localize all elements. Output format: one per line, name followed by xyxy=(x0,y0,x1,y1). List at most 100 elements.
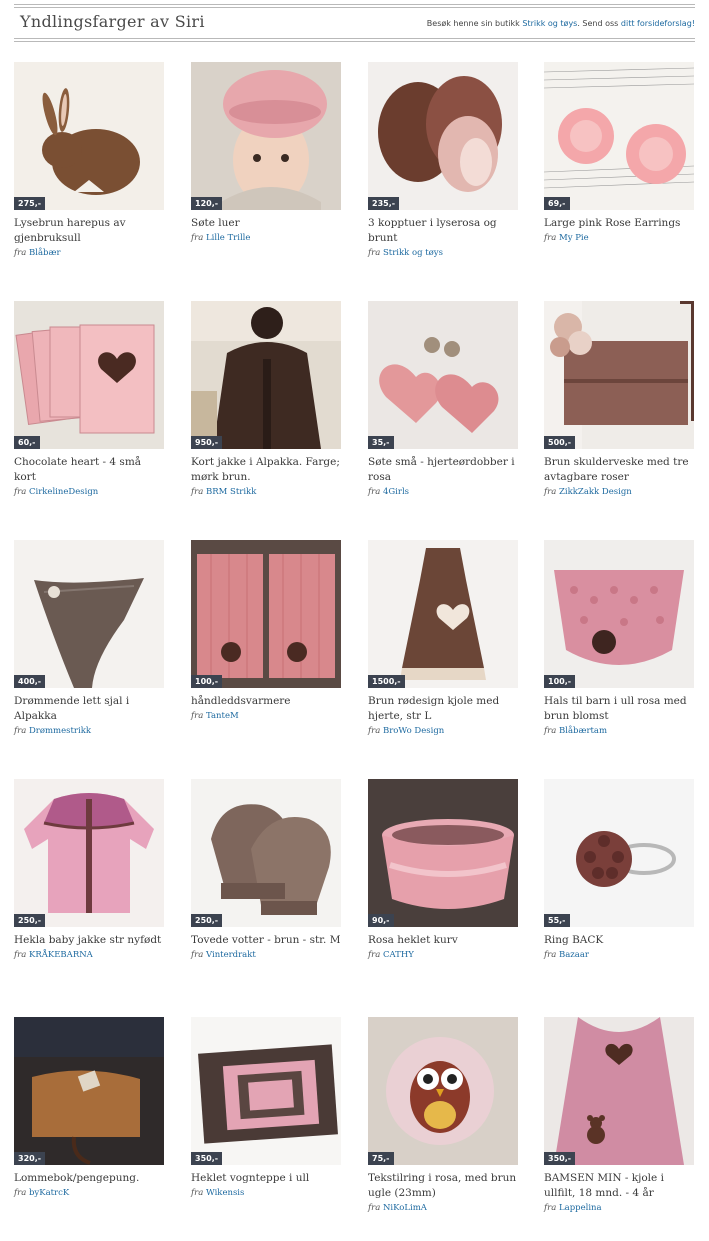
shop-link[interactable]: BroWo Design xyxy=(383,726,444,736)
product-card[interactable]: 69,- Large pink Rose Earrings fra My Pie xyxy=(544,62,694,243)
product-title[interactable]: BAMSEN MIN - kjole i ullfilt, 18 mnd. - … xyxy=(544,1171,694,1201)
product-card[interactable]: 55,- Ring BACK fra Bazaar xyxy=(544,779,694,960)
product-title[interactable]: Drømmende lett sjal i Alpakka xyxy=(14,694,164,724)
shop-link[interactable]: 4Girls xyxy=(383,487,409,497)
header-rule xyxy=(14,38,695,39)
product-card[interactable]: 500,- Brun skulderveske med tre avtagbare… xyxy=(544,301,694,497)
shop-link[interactable]: NiKoLimA xyxy=(383,1203,427,1213)
shop-link[interactable]: Blåbær xyxy=(29,248,61,258)
product-title[interactable]: Heklet vognteppe i ull xyxy=(191,1171,341,1186)
price-badge: 100,- xyxy=(191,675,223,688)
product-title[interactable]: Kort jakke i Alpakka. Farge; mørk brun. xyxy=(191,455,341,485)
shop-link[interactable]: Strikk og tøys xyxy=(383,248,443,258)
shop-line: fra Blåbær xyxy=(14,248,164,258)
product-title[interactable]: Tekstilring i rosa, med brun ugle (23mm) xyxy=(368,1171,518,1201)
product-card[interactable]: 90,- Rosa heklet kurv fra CATHY xyxy=(368,779,518,960)
knitted-cowls-icon xyxy=(368,62,518,210)
product-image[interactable]: 250,- xyxy=(14,779,164,927)
shop-link[interactable]: Vinterdrakt xyxy=(206,950,256,960)
product-card[interactable]: 950,- Kort jakke i Alpakka. Farge; mørk b… xyxy=(191,301,341,497)
product-image[interactable]: 60,- xyxy=(14,301,164,449)
price-badge: 1500,- xyxy=(368,675,405,688)
promo-shop-link[interactable]: Strikk og tøys xyxy=(522,19,577,28)
shop-link[interactable]: Bazaar xyxy=(559,950,589,960)
product-card[interactable]: 100,- håndleddsvarmere fra TanteM xyxy=(191,540,341,721)
product-card[interactable]: 275,- Lysebrun harepus av gjenbruksull fra… xyxy=(14,62,164,258)
shop-line: fra BRM Strikk xyxy=(191,487,341,497)
product-card[interactable]: 235,- 3 kopptuer i lyserosa og brunt fra S… xyxy=(368,62,518,258)
product-image[interactable]: 75,- xyxy=(368,1017,518,1165)
product-image[interactable]: 950,- xyxy=(191,301,341,449)
product-title[interactable]: Brun skulderveske med tre avtagbare rose… xyxy=(544,455,694,485)
shop-link[interactable]: Lille Trille xyxy=(206,233,250,243)
product-card[interactable]: 400,- Drømmende lett sjal i Alpakka fra Dr… xyxy=(14,540,164,736)
product-image[interactable]: 400,- xyxy=(14,540,164,688)
product-title[interactable]: Hals til barn i ull rosa med brun blomst xyxy=(544,694,694,724)
product-image[interactable]: 350,- xyxy=(544,1017,694,1165)
product-image[interactable]: 1500,- xyxy=(368,540,518,688)
suggestion-link[interactable]: ditt forsideforslag! xyxy=(621,19,695,28)
product-image[interactable]: 55,- xyxy=(544,779,694,927)
product-card[interactable]: 350,- BAMSEN MIN - kjole i ullfilt, 18 mn… xyxy=(544,1017,694,1213)
shop-link[interactable]: My Pie xyxy=(559,233,589,243)
product-card[interactable]: 250,- Hekla baby jakke str nyfødt fra KRÅK… xyxy=(14,779,164,960)
product-card[interactable]: 100,- Hals til barn i ull rosa med brun b… xyxy=(544,540,694,736)
product-image[interactable]: 120,- xyxy=(191,62,341,210)
product-title[interactable]: Søte luer xyxy=(191,216,341,231)
shop-link[interactable]: CATHY xyxy=(383,950,414,960)
shop-link[interactable]: BRM Strikk xyxy=(206,487,256,497)
product-card[interactable]: 320,- Lommebok/pengepung. fra byKatrcK xyxy=(14,1017,164,1198)
product-image[interactable]: 350,- xyxy=(191,1017,341,1165)
product-image[interactable]: 90,- xyxy=(368,779,518,927)
product-card[interactable]: 60,- Chocolate heart - 4 små kort fra Cirk… xyxy=(14,301,164,497)
shop-link[interactable]: ZikkZakk Design xyxy=(559,487,632,497)
product-card[interactable]: 35,- Søte små - hjerteørdobber i rosa fra … xyxy=(368,301,518,497)
price-badge: 500,- xyxy=(544,436,576,449)
product-image[interactable]: 275,- xyxy=(14,62,164,210)
shop-link[interactable]: TanteM xyxy=(206,711,239,721)
product-image[interactable]: 235,- xyxy=(368,62,518,210)
from-label: fra xyxy=(191,950,204,960)
shop-line: fra Lille Trille xyxy=(191,233,341,243)
product-card[interactable]: 350,- Heklet vognteppe i ull fra Wikensis xyxy=(191,1017,341,1198)
product-image[interactable]: 320,- xyxy=(14,1017,164,1165)
product-card[interactable]: 120,- Søte luer fra Lille Trille xyxy=(191,62,341,243)
product-card[interactable]: 75,- Tekstilring i rosa, med brun ugle (2… xyxy=(368,1017,518,1213)
product-image[interactable]: 35,- xyxy=(368,301,518,449)
from-label: fra xyxy=(544,487,557,497)
product-title[interactable]: Rosa heklet kurv xyxy=(368,933,518,948)
page-title: Yndlingsfarger av Siri xyxy=(20,12,205,31)
shop-link[interactable]: Drømmestrikk xyxy=(29,726,91,736)
product-image[interactable]: 100,- xyxy=(191,540,341,688)
teddy-dress-icon xyxy=(544,1017,694,1165)
product-title[interactable]: Hekla baby jakke str nyfødt xyxy=(14,933,164,948)
product-image[interactable]: 500,- xyxy=(544,301,694,449)
shop-link[interactable]: CirkelineDesign xyxy=(29,487,98,497)
baby-jacket-icon xyxy=(14,779,164,927)
product-title[interactable]: Brun rødesign kjole med hjerte, str L xyxy=(368,694,518,724)
price-badge: 55,- xyxy=(544,914,570,927)
product-title[interactable]: 3 kopptuer i lyserosa og brunt xyxy=(368,216,518,246)
product-title[interactable]: Ring BACK xyxy=(544,933,694,948)
from-label: fra xyxy=(14,1188,27,1198)
product-title[interactable]: Tovede votter - brun - str. M xyxy=(191,933,341,948)
product-image[interactable]: 69,- xyxy=(544,62,694,210)
price-badge: 250,- xyxy=(14,914,46,927)
product-card[interactable]: 250,- Tovede votter - brun - str. M fra Vi… xyxy=(191,779,341,960)
shop-link[interactable]: Blåbærtam xyxy=(559,726,607,736)
shop-link[interactable]: KRÅKEBARNA xyxy=(29,950,93,960)
shop-link[interactable]: Wikensis xyxy=(206,1188,244,1198)
product-title[interactable]: Søte små - hjerteørdobber i rosa xyxy=(368,455,518,485)
product-card[interactable]: 1500,- Brun rødesign kjole med hjerte, st… xyxy=(368,540,518,736)
product-image[interactable]: 250,- xyxy=(191,779,341,927)
product-image[interactable]: 100,- xyxy=(544,540,694,688)
shop-link[interactable]: Lappelina xyxy=(559,1203,602,1213)
product-title[interactable]: Large pink Rose Earrings xyxy=(544,216,694,231)
product-title[interactable]: håndleddsvarmere xyxy=(191,694,341,709)
product-title[interactable]: Lommebok/pengepung. xyxy=(14,1171,164,1186)
shop-link[interactable]: byKatrcK xyxy=(29,1188,69,1198)
product-title[interactable]: Lysebrun harepus av gjenbruksull xyxy=(14,216,164,246)
from-label: fra xyxy=(14,248,27,258)
product-title[interactable]: Chocolate heart - 4 små kort xyxy=(14,455,164,485)
shop-line: fra CATHY xyxy=(368,950,518,960)
